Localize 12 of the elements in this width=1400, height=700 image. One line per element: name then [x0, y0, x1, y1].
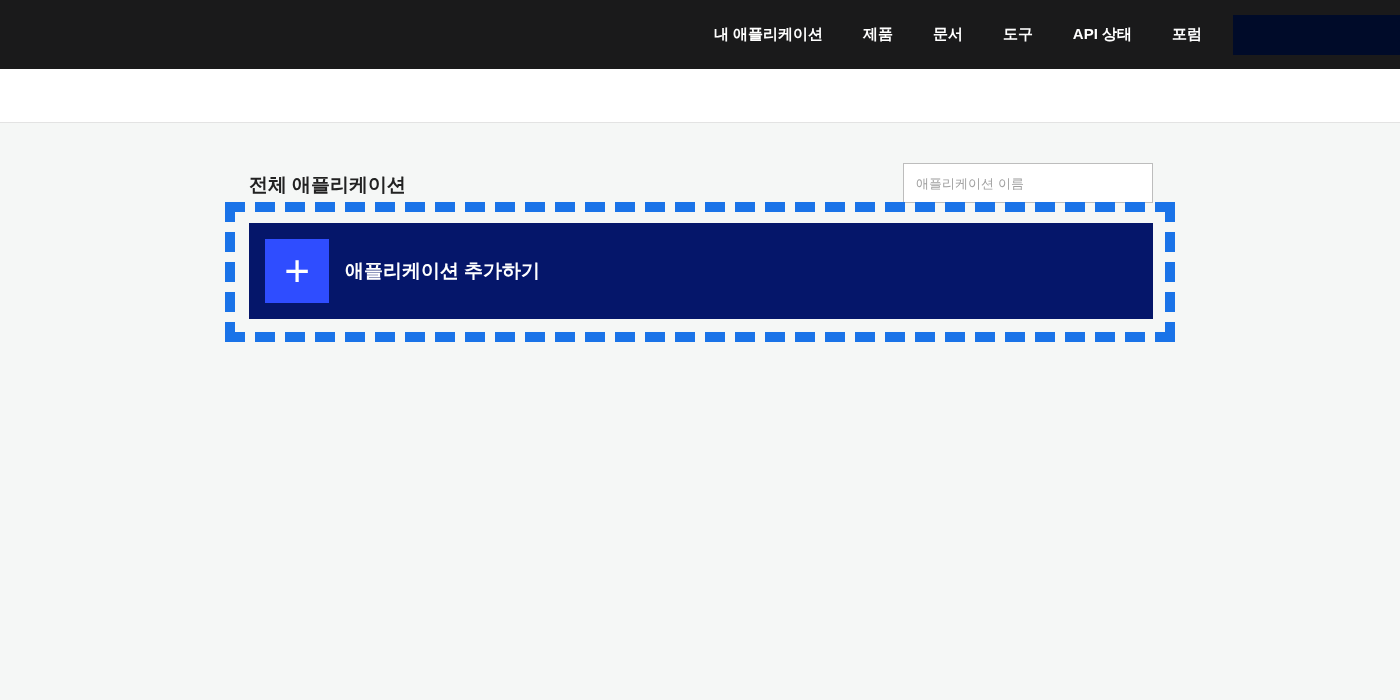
add-application-label: 애플리케이션 추가하기: [345, 258, 541, 283]
nav-link[interactable]: API 상태: [1053, 23, 1151, 46]
search-field[interactable]: 애플리케이션 이름: [903, 163, 1153, 203]
nav-link[interactable]: 문서: [913, 23, 982, 46]
account-button[interactable]: [1233, 14, 1400, 55]
add-application-card[interactable]: + 애플리케이션 추가하기: [249, 223, 1153, 319]
plus-icon: +: [265, 239, 329, 303]
nav-link[interactable]: 내 애플리케이션: [694, 23, 842, 46]
nav-link[interactable]: 도구: [983, 23, 1052, 46]
nav-link[interactable]: 포럼: [1153, 23, 1221, 46]
section-title: 전체 애플리케이션: [249, 173, 407, 197]
nav-link[interactable]: 제품: [843, 23, 912, 46]
